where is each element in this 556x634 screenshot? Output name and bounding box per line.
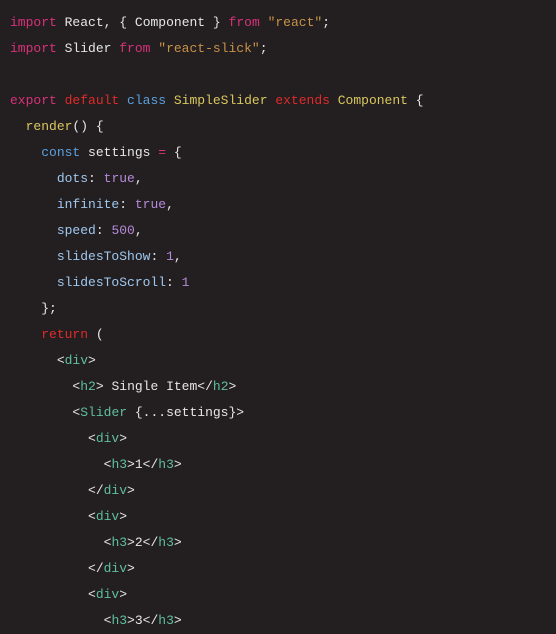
tok: ()	[72, 119, 88, 134]
tok: div	[104, 483, 127, 498]
tok: >	[119, 509, 127, 524]
tok: h3	[111, 613, 127, 628]
tok: h3	[158, 535, 174, 550]
tok: default	[65, 93, 120, 108]
tok: speed	[57, 223, 96, 238]
tok: ,	[166, 197, 174, 212]
tok: import	[10, 15, 57, 30]
tok: export	[10, 93, 57, 108]
tok: div	[96, 431, 119, 446]
tok: ,	[174, 249, 182, 264]
tok: slidesToScroll	[57, 275, 166, 290]
tok: <	[88, 587, 96, 602]
tok: 500	[111, 223, 134, 238]
tok: <	[57, 353, 65, 368]
tok: </	[197, 379, 213, 394]
tok: >	[88, 353, 96, 368]
tok: >	[127, 457, 135, 472]
tok: >	[119, 587, 127, 602]
tok: 1	[135, 457, 143, 472]
tok: div	[104, 561, 127, 576]
tok: 1	[166, 249, 174, 264]
tok: div	[96, 509, 119, 524]
tok: h2	[80, 379, 96, 394]
tok: infinite	[57, 197, 119, 212]
tok: Component	[338, 93, 408, 108]
tok: 1	[182, 275, 190, 290]
code-block: import React, { Component } from "react"…	[10, 15, 424, 628]
tok: <	[88, 509, 96, 524]
tok: SimpleSlider	[174, 93, 268, 108]
tok: from	[229, 15, 260, 30]
tok: =	[158, 145, 166, 160]
tok: dots	[57, 171, 88, 186]
tok: extends	[275, 93, 330, 108]
tok: {	[96, 119, 104, 134]
tok: >	[127, 613, 135, 628]
tok: }	[213, 15, 221, 30]
tok: Slider	[65, 41, 112, 56]
tok: h2	[213, 379, 229, 394]
tok: ,	[104, 15, 112, 30]
tok: h3	[111, 457, 127, 472]
tok: Slider	[80, 405, 127, 420]
tok: settings	[166, 405, 228, 420]
tok: :	[96, 223, 104, 238]
tok: >	[174, 457, 182, 472]
tok: <	[88, 431, 96, 446]
tok: </	[88, 561, 104, 576]
tok: {	[416, 93, 424, 108]
tok: h3	[111, 535, 127, 550]
tok: >	[96, 379, 104, 394]
tok: "react-slick"	[158, 41, 259, 56]
tok: Single Item	[111, 379, 197, 394]
tok: "react"	[268, 15, 323, 30]
tok: >	[229, 379, 237, 394]
tok: const	[41, 145, 80, 160]
tok: div	[96, 587, 119, 602]
tok: {...	[135, 405, 166, 420]
tok: </	[143, 535, 159, 550]
tok: 2	[135, 535, 143, 550]
tok: :	[88, 171, 96, 186]
tok: div	[65, 353, 88, 368]
tok: >	[174, 535, 182, 550]
tok: 3	[135, 613, 143, 628]
tok: >	[127, 561, 135, 576]
tok: >	[119, 431, 127, 446]
tok: >	[127, 483, 135, 498]
tok: >	[174, 613, 182, 628]
tok: </	[143, 457, 159, 472]
tok: :	[119, 197, 127, 212]
tok: import	[10, 41, 57, 56]
tok: :	[150, 249, 158, 264]
tok: {	[119, 15, 127, 30]
tok: ,	[135, 171, 143, 186]
tok: {	[174, 145, 182, 160]
tok: h3	[158, 457, 174, 472]
tok: }>	[229, 405, 245, 420]
tok: ;	[322, 15, 330, 30]
tok: </	[88, 483, 104, 498]
tok: slidesToShow	[57, 249, 151, 264]
tok: render	[26, 119, 73, 134]
tok: (	[96, 327, 104, 342]
tok: React	[65, 15, 104, 30]
tok: Component	[135, 15, 205, 30]
tok: true	[135, 197, 166, 212]
tok: >	[127, 535, 135, 550]
tok: };	[41, 301, 57, 316]
tok: :	[166, 275, 174, 290]
tok: ,	[135, 223, 143, 238]
tok: return	[41, 327, 88, 342]
tok: class	[127, 93, 166, 108]
tok: h3	[158, 613, 174, 628]
tok: ;	[260, 41, 268, 56]
tok: settings	[88, 145, 150, 160]
tok: </	[143, 613, 159, 628]
tok: true	[104, 171, 135, 186]
tok: from	[119, 41, 150, 56]
